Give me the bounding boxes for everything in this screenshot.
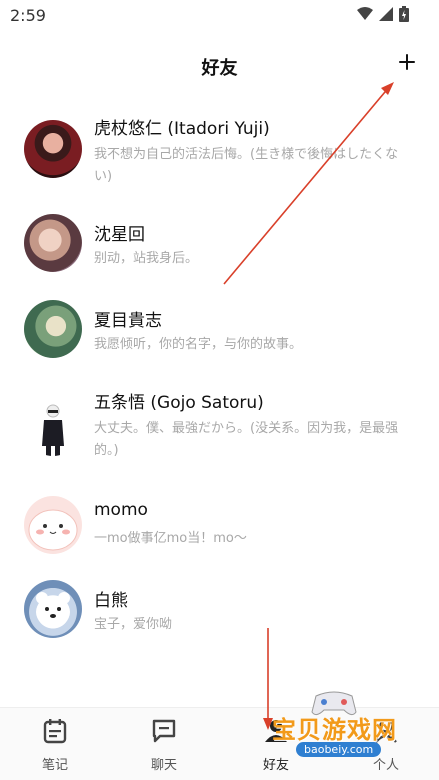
friend-message: 宝子，爱你呦 (94, 617, 173, 632)
tab-chat-label: 聊天 (150, 758, 177, 773)
notes-icon (43, 719, 67, 744)
friend-name: 白熊 (94, 591, 128, 611)
momo-character-icon (28, 509, 78, 551)
tab-notes[interactable]: 笔记 (25, 718, 85, 773)
watermark-url: baobeiy.com (296, 742, 382, 757)
friend-name: momo (94, 500, 148, 520)
friend-name: 五条悟 (Gojo Satoru) (94, 393, 264, 413)
friend-item[interactable]: 五条悟 (Gojo Satoru) 大丈夫。僕、最強だから。(没关系。因为我，是… (0, 380, 439, 488)
add-friend-button[interactable] (393, 48, 421, 76)
friend-message: 一mo做事亿mo当！mo～ (94, 531, 247, 546)
gojo-figure-icon (42, 404, 64, 456)
avatar (24, 300, 82, 358)
watermark-text: 宝贝游戏网 (272, 716, 397, 744)
page-title: 好友 (201, 58, 238, 79)
wifi-icon (357, 7, 373, 20)
friend-item[interactable]: 沈星回 别动，站我身后。 (0, 206, 439, 292)
chat-icon (152, 719, 176, 743)
avatar (24, 120, 82, 178)
friend-message: 我不想为自己的活法后悔。(生き様で後悔はしたくない) (94, 147, 399, 184)
friend-message: 我愿倾听，你的名字，与你的故事。 (94, 337, 303, 352)
status-time: 2:59 (10, 6, 46, 25)
friend-message: 大丈夫。僕、最強だから。(没关系。因为我，是最强的。) (94, 421, 399, 458)
top-bar: 好友 (0, 44, 439, 88)
watermark: 宝贝游戏网 baobeiy.com (262, 688, 412, 772)
tab-chat[interactable]: 聊天 (134, 718, 194, 773)
status-bar: 2:59 (0, 0, 439, 32)
avatar (24, 580, 82, 638)
signal-icon (379, 7, 393, 21)
avatar (24, 398, 82, 456)
friend-item[interactable]: 白熊 宝子，爱你呦 (0, 576, 439, 656)
friend-item[interactable]: 虎杖悠仁 (Itadori Yuji) 我不想为自己的活法后悔。(生き様で後悔は… (0, 110, 439, 206)
friend-name: 夏目貴志 (94, 311, 162, 331)
friend-list: 虎杖悠仁 (Itadori Yuji) 我不想为自己的活法后悔。(生き様で後悔は… (0, 110, 439, 656)
friend-name: 沈星回 (94, 225, 145, 245)
avatar (24, 496, 82, 554)
friend-name: 虎杖悠仁 (Itadori Yuji) (94, 119, 270, 139)
friend-item[interactable]: momo 一mo做事亿mo当！mo～ (0, 488, 439, 576)
status-icons (357, 6, 409, 22)
tab-notes-label: 笔记 (41, 758, 68, 773)
friend-item[interactable]: 夏目貴志 我愿倾听，你的名字，与你的故事。 (0, 292, 439, 380)
avatar (24, 214, 82, 272)
friend-message: 别动，站我身后。 (94, 251, 199, 266)
battery-icon (399, 6, 409, 22)
polar-bear-icon (36, 592, 70, 627)
